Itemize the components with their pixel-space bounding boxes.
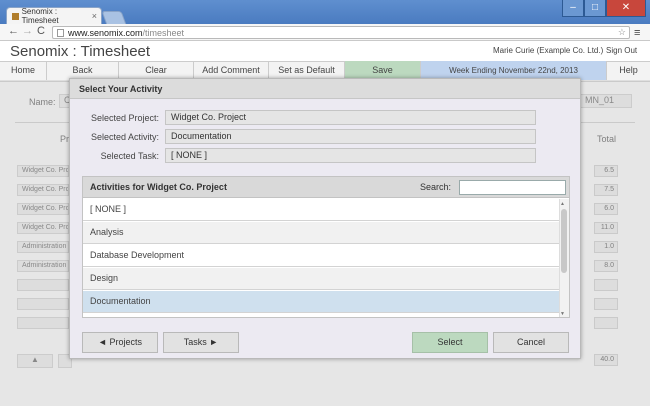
window-close-icon[interactable]: ✕ (606, 0, 646, 17)
reload-icon[interactable]: C (37, 25, 45, 37)
list-item[interactable]: Database Development (83, 245, 559, 267)
dialog-title: Select Your Activity (70, 79, 580, 99)
selected-task-label: Selected Task: (100, 151, 159, 161)
selected-project-field: Widget Co. Project (165, 110, 536, 125)
selected-task-field: [ NONE ] (165, 148, 536, 163)
browser-menu-icon[interactable]: ≡ (634, 27, 640, 39)
scrollbar-thumb[interactable] (561, 209, 567, 273)
projects-button[interactable]: ◄ Projects (82, 332, 158, 353)
scroll-up-arrow-icon[interactable]: ▲ (560, 201, 565, 207)
tasks-button[interactable]: Tasks ► (163, 332, 239, 353)
scroll-down-arrow-icon[interactable]: ▼ (560, 311, 565, 317)
tab-close-icon[interactable]: × (92, 11, 97, 21)
sign-out-link[interactable]: Sign Out (606, 46, 637, 55)
selected-activity-field: Documentation (165, 129, 536, 144)
selected-project-label: Selected Project: (90, 113, 159, 123)
url-host: www.senomix.com (68, 27, 143, 38)
page-icon (57, 28, 64, 37)
activity-list-title: Activities for Widget Co. Project (90, 182, 227, 192)
tab-title: Senomix : Timesheet (21, 7, 59, 25)
bookmark-star-icon[interactable]: ☆ (618, 27, 626, 38)
app-title: Senomix : Timesheet (10, 43, 151, 60)
select-button[interactable]: Select (412, 332, 488, 353)
user-name: Marie Curie (Example Co. Ltd.) (493, 46, 604, 55)
search-input[interactable] (459, 180, 566, 195)
favicon-icon (12, 12, 19, 20)
url-path: /timesheet (142, 27, 185, 38)
list-item[interactable]: [ NONE ] (83, 199, 559, 221)
list-item[interactable]: Design (83, 268, 559, 290)
selected-activity-label: Selected Activity: (90, 132, 159, 142)
nav-help[interactable]: Help (607, 61, 650, 80)
minimize-icon[interactable]: – (562, 0, 584, 17)
cancel-button[interactable]: Cancel (493, 332, 569, 353)
window-controls: – □ ✕ (562, 0, 646, 17)
list-item-selected[interactable]: Documentation (83, 291, 559, 313)
list-item-partial[interactable] (83, 313, 559, 317)
browser-tab[interactable]: Senomix : Timesheet × (6, 7, 102, 25)
search-label: Search: (420, 182, 452, 192)
maximize-icon[interactable]: □ (584, 0, 606, 17)
back-arrow-icon[interactable]: ← (8, 25, 19, 37)
address-bar[interactable]: www.senomix.com /timesheet ☆ (52, 26, 630, 39)
nav-home[interactable]: Home (0, 61, 47, 80)
forward-arrow-icon[interactable]: → (22, 25, 33, 37)
list-item[interactable]: Analysis (83, 222, 559, 244)
